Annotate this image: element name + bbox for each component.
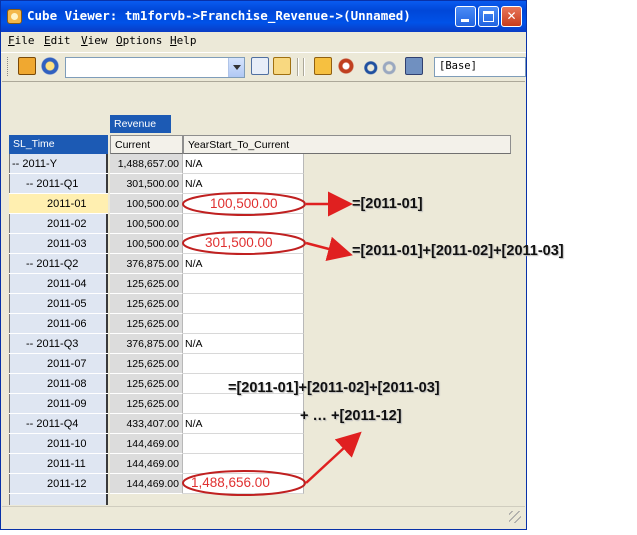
cell-current[interactable]: 125,625.00 <box>110 274 183 294</box>
window-title: Cube Viewer: tm1forvb->Franchise_Revenue… <box>27 8 411 23</box>
menu-bar: File Edit View Options Help <box>1 32 526 50</box>
cell-ystc[interactable] <box>183 314 304 334</box>
cell-current[interactable]: 125,625.00 <box>110 354 183 374</box>
cell-current[interactable]: 1,488,657.00 <box>110 154 183 174</box>
undo-icon[interactable] <box>360 57 378 75</box>
cube-app-icon <box>7 9 22 24</box>
row-header-item[interactable]: -- 2011-Q1 <box>9 174 108 194</box>
column-header-ystc[interactable]: YearStart_To_Current <box>183 135 511 154</box>
cell-ystc[interactable] <box>183 454 304 474</box>
redo-icon[interactable] <box>382 57 400 75</box>
row-header-item[interactable]: 2011-09 <box>9 394 108 414</box>
cell-current[interactable]: 125,625.00 <box>110 394 183 414</box>
cell-current[interactable]: 100,500.00 <box>110 194 183 214</box>
sandbox-icon[interactable] <box>337 57 355 75</box>
menu-view[interactable]: View <box>81 34 108 47</box>
toolbar-separator <box>297 58 299 76</box>
cell-ystc[interactable] <box>183 214 304 234</box>
row-header-item[interactable]: 2011-03 <box>9 234 108 254</box>
cell-current[interactable]: 376,875.00 <box>110 254 183 274</box>
cell-ystc[interactable]: N/A <box>183 254 304 274</box>
row-header-item[interactable]: 2011-06 <box>9 314 108 334</box>
column-header-current[interactable]: Current <box>110 135 183 154</box>
calculator-icon[interactable] <box>251 57 269 75</box>
minimize-button[interactable] <box>455 6 476 27</box>
row-header-item[interactable]: 2011-04 <box>9 274 108 294</box>
row-header-item[interactable]: 2011-12 <box>9 474 108 494</box>
export-icon[interactable] <box>405 57 423 75</box>
status-bar <box>2 506 525 526</box>
annotation-value-jan: 100,500.00 <box>210 196 278 211</box>
row-header-item[interactable]: 2011-02 <box>9 214 108 234</box>
cell-ystc[interactable]: N/A <box>183 174 304 194</box>
cell-current[interactable]: 144,469.00 <box>110 474 183 494</box>
formula-jan: =[2011-01] <box>352 196 423 212</box>
cell-current[interactable]: 144,469.00 <box>110 434 183 454</box>
maximize-icon <box>483 11 494 22</box>
row-header-item[interactable]: -- 2011-Q3 <box>9 334 108 354</box>
toolbar: [Base] <box>1 52 526 80</box>
cell-ystc[interactable] <box>183 354 304 374</box>
menu-options[interactable]: Options <box>116 34 162 47</box>
toolbar-grip[interactable] <box>7 57 10 76</box>
cell-current[interactable]: 125,625.00 <box>110 294 183 314</box>
row-header-item[interactable]: -- 2011-Y <box>9 154 108 174</box>
recalculate-icon[interactable] <box>41 57 59 75</box>
close-icon: ✕ <box>506 9 517 23</box>
cell-ystc[interactable]: N/A <box>183 334 304 354</box>
formula-mar: =[2011-01]+[2011-02]+[2011-03] <box>352 243 564 259</box>
row-header-item[interactable]: 2011-10 <box>9 434 108 454</box>
close-button[interactable]: ✕ <box>501 6 522 27</box>
view-combo[interactable] <box>65 57 245 78</box>
toolbar-separator <box>303 58 305 76</box>
cell-current[interactable]: 125,625.00 <box>110 314 183 334</box>
title-bar[interactable]: Cube Viewer: tm1forvb->Franchise_Revenue… <box>1 1 526 32</box>
cell-current[interactable]: 376,875.00 <box>110 334 183 354</box>
formula-dec-line2: + … +[2011-12] <box>300 408 402 424</box>
row-header-item[interactable]: 2011-07 <box>9 354 108 374</box>
row-dimension-header[interactable]: SL_Time <box>9 135 108 154</box>
maximize-button[interactable] <box>478 6 499 27</box>
row-header-item[interactable]: -- 2011-Q2 <box>9 254 108 274</box>
menu-edit[interactable]: Edit <box>44 34 71 47</box>
cell-current[interactable]: 144,469.00 <box>110 454 183 474</box>
cell-ystc[interactable] <box>183 394 304 414</box>
cell-current[interactable]: 125,625.00 <box>110 374 183 394</box>
row-header-item[interactable]: 2011-05 <box>9 294 108 314</box>
annotation-value-mar: 301,500.00 <box>205 235 273 250</box>
annotation-value-dec: 1,488,656.00 <box>191 475 270 490</box>
title-dimension-tab[interactable]: Revenue <box>110 115 171 133</box>
menu-file[interactable]: File <box>8 34 35 47</box>
cell-ystc[interactable] <box>183 294 304 314</box>
cell-ystc[interactable]: N/A <box>183 414 304 434</box>
save-icon[interactable] <box>18 57 36 75</box>
cell-current[interactable]: 100,500.00 <box>110 214 183 234</box>
resize-grip-icon[interactable] <box>509 511 521 523</box>
cell-ystc[interactable] <box>183 434 304 454</box>
row-header-item[interactable]: -- 2011-Q4 <box>9 414 108 434</box>
row-header-item[interactable]: 2011-08 <box>9 374 108 394</box>
calculator-active-icon[interactable] <box>273 57 291 75</box>
cell-ystc[interactable]: N/A <box>183 154 304 174</box>
chevron-down-icon[interactable] <box>228 58 244 77</box>
minimize-icon <box>461 19 469 22</box>
menu-help[interactable]: Help <box>170 34 197 47</box>
row-header-item[interactable]: 2011-11 <box>9 454 108 474</box>
cell-current[interactable]: 433,407.00 <box>110 414 183 434</box>
base-field[interactable]: [Base] <box>434 57 526 77</box>
cell-current[interactable]: 301,500.00 <box>110 174 183 194</box>
cell-ystc[interactable] <box>183 274 304 294</box>
forward-icon[interactable] <box>314 57 332 75</box>
row-header-item[interactable]: 2011-01 <box>9 194 108 214</box>
formula-dec-line1: =[2011-01]+[2011-02]+[2011-03] <box>228 380 440 396</box>
cell-current[interactable]: 100,500.00 <box>110 234 183 254</box>
